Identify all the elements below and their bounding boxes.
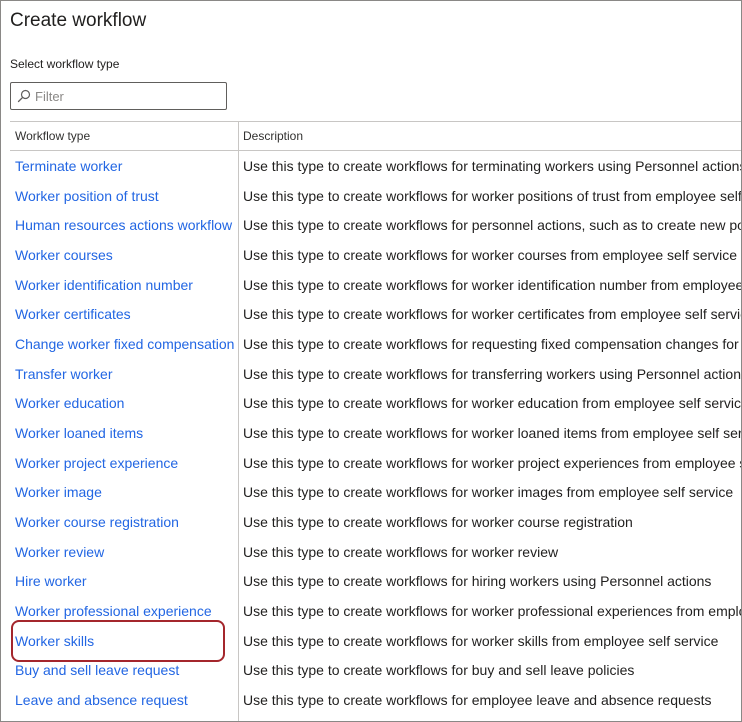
workflow-type-link[interactable]: Worker image: [15, 484, 102, 500]
workflow-type-link[interactable]: Change worker fixed compensation: [15, 336, 234, 352]
workflow-description: Use this type to create workflows for wo…: [243, 602, 741, 619]
table-row[interactable]: Terminate worker Use this type to create …: [10, 152, 742, 182]
workflow-type-link[interactable]: Buy and sell leave request: [15, 662, 179, 678]
workflow-description: Use this type to create workflows for wo…: [243, 484, 734, 501]
workflow-type-link[interactable]: Hire worker: [15, 573, 87, 589]
search-icon: [17, 89, 31, 103]
table-row[interactable]: Worker professional experience Use this t…: [10, 597, 741, 627]
workflow-type-link[interactable]: Human resources actions workflow: [15, 217, 232, 233]
workflow-type-link[interactable]: Worker loaned items: [15, 425, 143, 441]
table-row[interactable]: Leave and absence request Use this type t…: [10, 686, 741, 716]
table-row[interactable]: Worker education Use this type to create …: [10, 389, 742, 419]
workflow-type-link[interactable]: Worker position of trust: [15, 188, 159, 204]
grid-rows: Terminate worker Use this type to create …: [10, 152, 742, 716]
table-row[interactable]: Buy and sell leave request Use this type …: [10, 656, 741, 686]
workflow-description: Use this type to create workflows for wo…: [243, 187, 742, 204]
workflow-type-link[interactable]: Worker review: [15, 544, 104, 560]
table-row[interactable]: Worker certificates Use this type to crea…: [10, 300, 742, 330]
create-workflow-dialog: Create workflow Select workflow type Wor…: [0, 0, 742, 722]
workflow-type-label: Select workflow type: [10, 57, 120, 71]
table-row[interactable]: Worker course registration Use this type …: [10, 508, 741, 538]
workflow-description: Use this type to create workflows for wo…: [243, 276, 742, 293]
workflow-type-link[interactable]: Worker course registration: [15, 514, 179, 530]
table-row[interactable]: Worker image Use this type to create work…: [10, 478, 741, 508]
page-title: Create workflow: [10, 10, 147, 31]
workflow-type-link[interactable]: Worker skills: [15, 633, 94, 649]
workflow-description: Use this type to create workflows for wo…: [243, 306, 742, 323]
grid-header: Workflow type Description: [10, 121, 741, 151]
workflow-description: Use this type to create workflows for wo…: [243, 543, 559, 560]
table-row[interactable]: Transfer worker Use this type to create w…: [10, 360, 742, 390]
workflow-description: Use this type to create workflows for re…: [243, 335, 742, 352]
workflow-description: Use this type to create workflows for wo…: [243, 454, 741, 471]
workflow-type-grid: Workflow type Description Terminate work…: [10, 121, 742, 721]
workflow-type-link[interactable]: Worker education: [15, 395, 124, 411]
table-row[interactable]: Change worker fixed compensation Use this…: [10, 330, 742, 360]
workflow-description: Use this type to create workflows for wo…: [243, 395, 742, 412]
table-row[interactable]: Worker position of trust Use this type to…: [10, 182, 742, 212]
table-row[interactable]: Worker loaned items Use this type to crea…: [10, 419, 742, 449]
workflow-type-link[interactable]: Transfer worker: [15, 366, 113, 382]
workflow-description: Use this type to create workflows for hi…: [243, 573, 712, 590]
workflow-description: Use this type to create workflows for em…: [243, 691, 712, 708]
column-header-workflow-type[interactable]: Workflow type: [15, 129, 90, 143]
workflow-description: Use this type to create workflows for te…: [243, 158, 742, 174]
filter-input[interactable]: [35, 86, 220, 106]
workflow-type-link[interactable]: Leave and absence request: [15, 692, 188, 708]
workflow-type-link[interactable]: Worker project experience: [15, 455, 178, 471]
workflow-description: Use this type to create workflows for wo…: [243, 513, 633, 530]
workflow-description: Use this type to create workflows for wo…: [243, 632, 719, 649]
table-row[interactable]: Worker review Use this type to create wor…: [10, 538, 741, 568]
table-row[interactable]: Worker skills Use this type to create wor…: [10, 627, 741, 657]
workflow-type-link[interactable]: Terminate worker: [15, 158, 122, 174]
table-row[interactable]: Hire worker Use this type to create workf…: [10, 567, 741, 597]
table-row[interactable]: Human resources actions workflow Use this…: [10, 211, 742, 241]
workflow-description: Use this type to create workflows for pe…: [243, 217, 742, 234]
workflow-type-link[interactable]: Worker professional experience: [15, 603, 212, 619]
table-row[interactable]: Worker project experience Use this type t…: [10, 449, 741, 479]
filter-box[interactable]: [10, 82, 227, 110]
table-row[interactable]: Worker identification number Use this typ…: [10, 271, 742, 301]
workflow-type-link[interactable]: Worker courses: [15, 247, 113, 263]
table-row[interactable]: Worker courses Use this type to create wo…: [10, 241, 741, 271]
workflow-type-link[interactable]: Worker certificates: [15, 306, 131, 322]
workflow-description: Use this type to create workflows for tr…: [243, 365, 742, 382]
workflow-description: Use this type to create workflows for bu…: [243, 662, 635, 679]
workflow-description: Use this type to create workflows for wo…: [243, 424, 742, 441]
column-header-description[interactable]: Description: [243, 129, 303, 143]
workflow-type-link[interactable]: Worker identification number: [15, 277, 193, 293]
workflow-description: Use this type to create workflows for wo…: [243, 246, 738, 263]
